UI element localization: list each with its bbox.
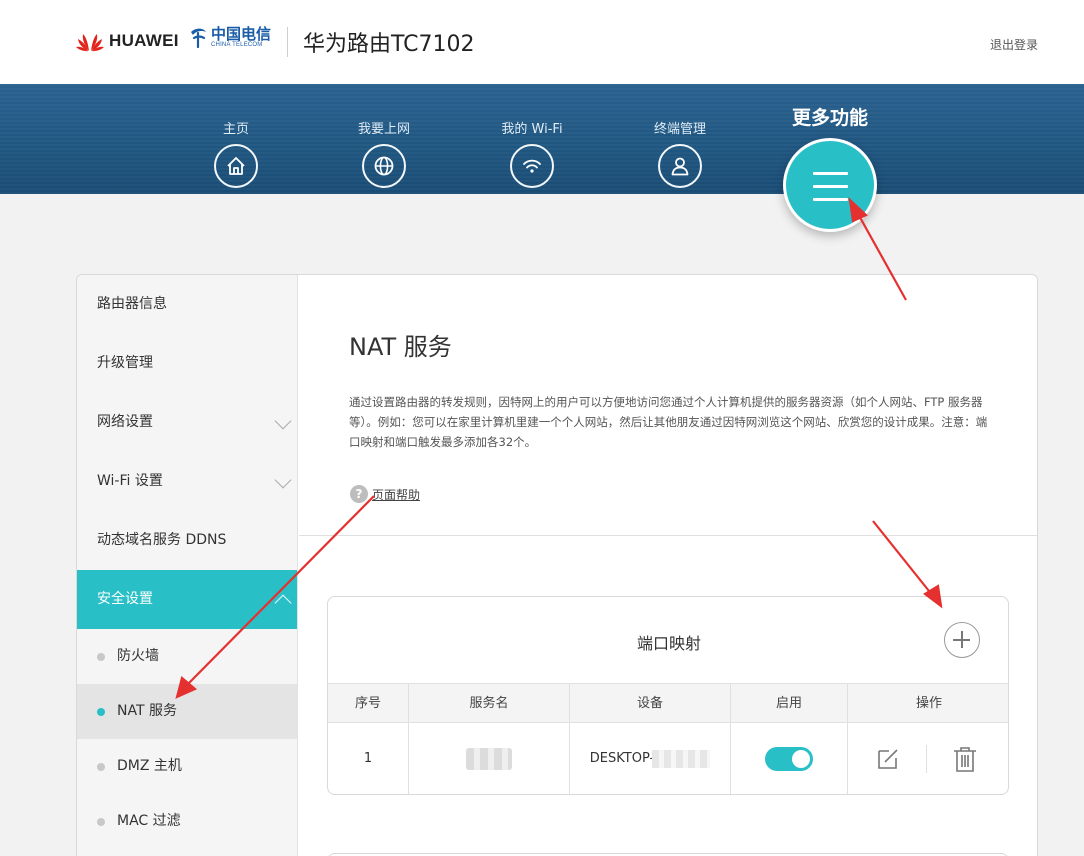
sidebar-item-label: 安全设置: [97, 591, 153, 607]
globe-icon: [362, 144, 406, 188]
brand-name: HUAWEI: [109, 31, 179, 50]
sidebar-item-upgrade[interactable]: 升级管理: [77, 334, 297, 393]
sidebar-subitem-label: 防火墙: [117, 648, 159, 664]
sidebar-item-label: 升级管理: [97, 355, 153, 371]
cell-index: 1: [328, 723, 409, 794]
partner-name-en: CHINA TELECOM: [211, 42, 263, 48]
nav-devices-label: 终端管理: [653, 122, 706, 137]
sidebar-subitem-nat[interactable]: NAT 服务: [77, 684, 297, 739]
menu-icon: [813, 172, 848, 175]
help-icon: ?: [350, 485, 368, 503]
column-header-enabled: 启用: [731, 684, 848, 723]
sidebar-item-ddns[interactable]: 动态域名服务 DDNS: [77, 511, 297, 570]
main-content: NAT 服务 通过设置路由器的转发规则，因特网上的用户可以方便地访问您通过个人计…: [299, 275, 1037, 856]
top-header: HUAWEI 中国电信 CHINA TELECOM 华为路由TC7102 退出登…: [0, 0, 1084, 84]
sidebar-item-security[interactable]: 安全设置: [77, 570, 297, 629]
sidebar-item-router-info[interactable]: 路由器信息: [77, 275, 297, 334]
bullet-dot-icon: [97, 653, 105, 661]
page-title: NAT 服务: [349, 333, 452, 361]
logout-link[interactable]: 退出登录: [990, 36, 1038, 53]
main-nav: 主页 我要上网 我的 Wi-Fi 终端管理: [0, 84, 1084, 194]
nav-devices[interactable]: 终端管理: [630, 118, 730, 188]
partner-name-cn: 中国电信: [211, 25, 272, 43]
bullet-dot-icon: [97, 818, 105, 826]
table-header: 序号 服务名 设备 启用 操作: [328, 683, 1008, 723]
china-telecom-logo: 中国电信 CHINA TELECOM: [188, 26, 271, 48]
page-help-link[interactable]: ? 页面帮助: [350, 485, 420, 503]
sidebar-item-wifi[interactable]: Wi-Fi 设置: [77, 452, 297, 511]
sidebar-subitem-label: NAT 服务: [117, 703, 177, 719]
enable-toggle[interactable]: [765, 747, 813, 771]
edit-icon[interactable]: [876, 747, 900, 771]
sidebar-item-network[interactable]: 网络设置: [77, 393, 297, 452]
home-icon: [214, 144, 258, 188]
toggle-knob: [792, 750, 810, 768]
section-divider: [299, 535, 1037, 536]
user-icon: [658, 144, 702, 188]
cell-service-name: [409, 723, 570, 794]
sidebar-subitem-dmz[interactable]: DMZ 主机: [77, 739, 297, 794]
sidebar-item-label: 路由器信息: [97, 296, 167, 312]
trash-icon[interactable]: [952, 745, 978, 773]
chevron-down-icon: [274, 412, 292, 430]
more-functions-button[interactable]: [783, 138, 877, 232]
cell-enabled: [731, 723, 848, 794]
router-title: 华为路由TC7102: [303, 32, 475, 57]
sidebar-item-label: 动态域名服务 DDNS: [97, 532, 227, 548]
column-header-actions: 操作: [915, 696, 942, 711]
nav-internet-label: 我要上网: [357, 122, 410, 137]
port-mapping-title: 端口映射: [636, 634, 701, 653]
redacted-device-suffix: [652, 749, 711, 768]
device-name: DESKTOP-: [589, 751, 655, 766]
bullet-dot-icon: [97, 763, 105, 771]
page-description: 通过设置路由器的转发规则，因特网上的用户可以方便地访问您通过个人计算机提供的服务…: [349, 395, 988, 449]
cell-device: DESKTOP-: [570, 723, 731, 794]
action-divider: [926, 745, 927, 773]
sidebar-item-label: Wi-Fi 设置: [97, 473, 163, 489]
sidebar-subitem-label: DMZ 主机: [117, 758, 182, 774]
table-row: 1 DESKTOP-: [328, 723, 1008, 794]
nav-internet[interactable]: 我要上网: [334, 118, 434, 188]
sidebar-subitem-mac-filter[interactable]: MAC 过滤: [77, 794, 297, 849]
bullet-dot-icon: [97, 708, 105, 716]
wifi-icon: [510, 144, 554, 188]
sidebar-item-label: 网络设置: [97, 414, 153, 430]
redacted-service-name: [466, 747, 512, 770]
cell-actions: [848, 723, 1008, 794]
huawei-logo: HUAWEI: [76, 29, 179, 53]
page-help-label: 页面帮助: [372, 487, 421, 502]
nav-wifi[interactable]: 我的 Wi-Fi: [482, 118, 582, 188]
column-header-service: 服务名: [409, 684, 570, 723]
sidebar: 路由器信息 升级管理 网络设置 Wi-Fi 设置 动态域名服务 DDNS 安全设…: [77, 275, 298, 856]
header-divider: [287, 27, 288, 57]
nav-home-label: 主页: [222, 122, 249, 137]
nav-home[interactable]: 主页: [186, 118, 286, 188]
sidebar-subitem-label: MAC 过滤: [117, 813, 181, 829]
chevron-up-icon: [274, 594, 292, 612]
add-port-mapping-button[interactable]: [944, 622, 980, 658]
nav-wifi-label: 我的 Wi-Fi: [501, 122, 563, 137]
china-telecom-icon: [191, 28, 206, 48]
huawei-petal-icon: [76, 34, 104, 52]
column-header-device: 设备: [570, 684, 731, 723]
port-mapping-card: 端口映射 序号 服务名 设备 启用 操作 1 DESKTOP-: [327, 596, 1009, 795]
settings-panel: 路由器信息 升级管理 网络设置 Wi-Fi 设置 动态域名服务 DDNS 安全设…: [76, 274, 1038, 856]
chevron-down-icon: [274, 471, 292, 489]
sidebar-subitem-firewall[interactable]: 防火墙: [77, 629, 297, 684]
column-header-index: 序号: [328, 684, 409, 723]
nav-more-label[interactable]: 更多功能: [780, 103, 880, 130]
